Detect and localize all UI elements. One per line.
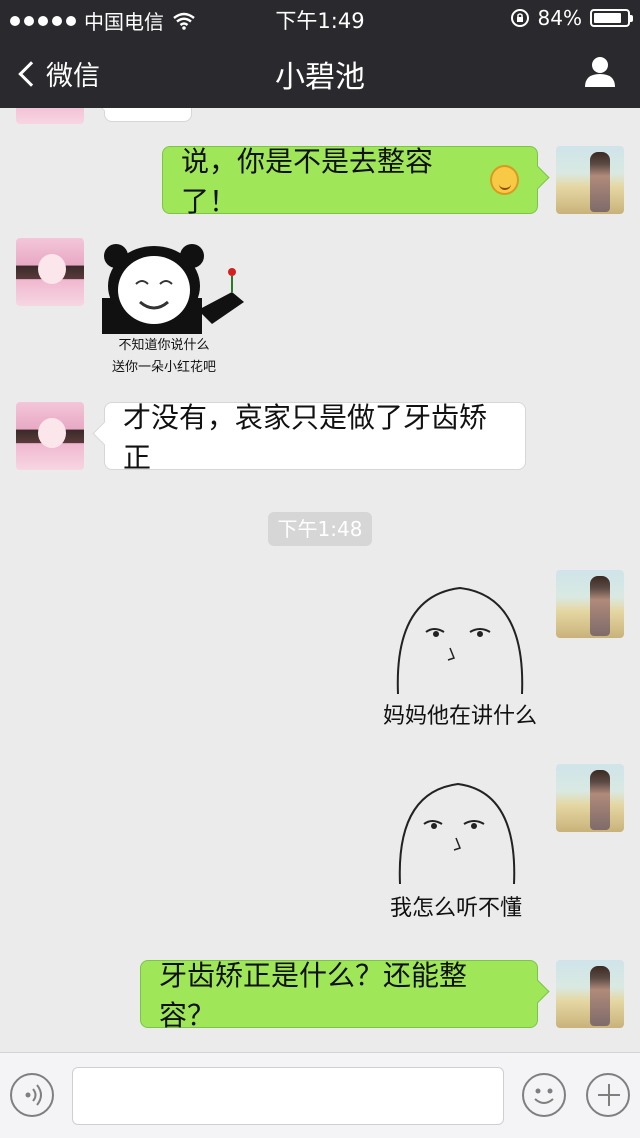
emoji-icon[interactable] bbox=[522, 1073, 566, 1117]
status-right: 84% bbox=[510, 6, 633, 30]
panda-sticker[interactable] bbox=[102, 240, 252, 336]
status-bar: 中国电信 下午1:49 84% bbox=[0, 0, 640, 36]
sticker-caption: 我怎么听不懂 bbox=[389, 896, 522, 921]
smile-emoji-icon bbox=[490, 165, 519, 195]
battery-percent: 84% bbox=[537, 6, 582, 30]
message-text: 才没有，哀家只是做了牙齿矫正 bbox=[123, 401, 488, 474]
message-bubble-me[interactable]: 说，你是不是去整容了！ bbox=[162, 145, 538, 218]
orientation-lock-icon bbox=[510, 9, 529, 27]
battery-fill bbox=[594, 13, 621, 23]
person-icon[interactable] bbox=[582, 54, 618, 90]
message-bubble-other[interactable]: 才没有，哀家只是做了牙齿矫正 bbox=[104, 401, 526, 474]
input-bar bbox=[0, 1052, 640, 1138]
avatar-me[interactable] bbox=[556, 570, 624, 638]
message-input[interactable] bbox=[72, 1067, 504, 1125]
sticker-caption: 妈妈他在讲什么 bbox=[382, 704, 537, 729]
egg-face-sticker[interactable] bbox=[390, 586, 530, 696]
avatar-me[interactable] bbox=[556, 764, 624, 832]
nav-bar: 微信 小碧池 bbox=[0, 36, 640, 108]
avatar-other[interactable] bbox=[16, 238, 84, 306]
chat-area[interactable]: 说，你是不是去整容了！ 不知道你说什么 送你一朵小红花吧 才没有，哀家只是做了牙… bbox=[0, 108, 640, 1052]
message-bubble-me[interactable]: 牙齿矫正是什么？还能整容？ bbox=[140, 959, 538, 1032]
message-bubble-partial[interactable] bbox=[104, 108, 192, 122]
egg-face-sticker[interactable] bbox=[392, 782, 522, 886]
message-timestamp: 下午1:48 bbox=[268, 512, 372, 546]
message-text: 说，你是不是去整容了！ bbox=[181, 145, 434, 218]
plus-icon[interactable] bbox=[586, 1073, 630, 1117]
top-bar: 中国电信 下午1:49 84% 微信 小碧池 bbox=[0, 0, 640, 108]
avatar-other[interactable] bbox=[16, 402, 84, 470]
avatar-me[interactable] bbox=[556, 146, 624, 214]
voice-icon[interactable] bbox=[10, 1073, 54, 1117]
chat-title: 小碧池 bbox=[275, 60, 365, 95]
battery-icon bbox=[590, 9, 633, 27]
sticker-caption: 不知道你说什么 bbox=[118, 338, 210, 353]
avatar-me[interactable] bbox=[556, 960, 624, 1028]
message-text: 牙齿矫正是什么？还能整容？ bbox=[159, 959, 468, 1032]
avatar-other[interactable] bbox=[16, 108, 84, 124]
sticker-caption: 送你一朵小红花吧 bbox=[111, 360, 216, 375]
